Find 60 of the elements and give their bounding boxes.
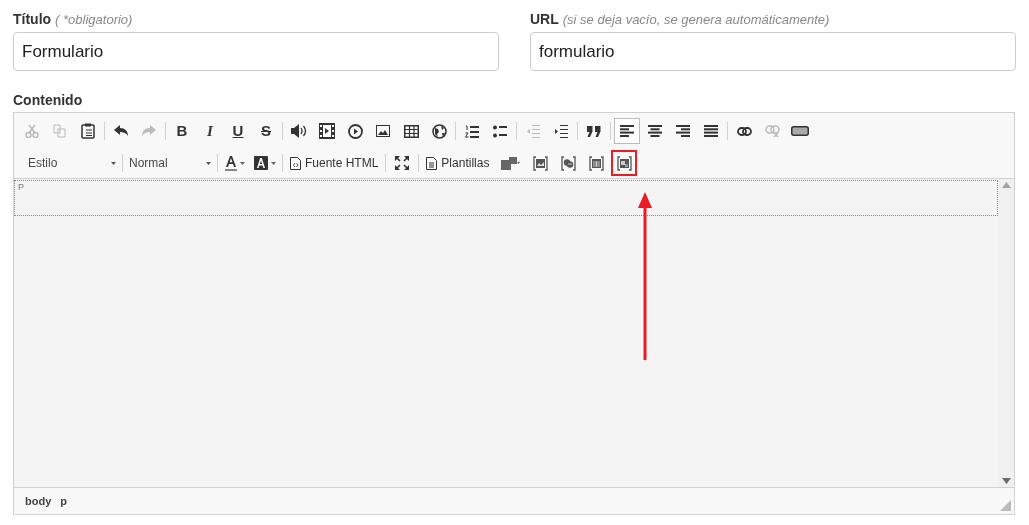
format-button[interactable]: U [225,118,251,144]
style-dropdown[interactable]: Normal [125,151,215,175]
numbered-list-icon [465,124,479,138]
bulleted-list-icon [493,124,507,138]
framed-masks-icon [560,155,576,171]
speaker-icon [291,124,307,138]
text-field[interactable]: formulario [530,32,1016,71]
highlight-color-icon [254,156,268,170]
framed-image-icon [532,155,548,171]
scrollbar[interactable] [998,179,1014,487]
globe-icon [431,123,447,139]
field-label: Contenido [13,91,84,109]
table-icon [403,124,419,138]
resize-handle-icon[interactable] [1000,500,1011,511]
format-button[interactable]: S [253,118,279,144]
quote-icon [587,125,601,137]
scissors-icon [25,124,39,138]
link-icon [736,126,752,136]
unlink-icon [764,124,780,138]
copy-icon [53,124,67,138]
outdent-icon [526,124,540,138]
field-label: Título [13,10,52,28]
image-icon [376,125,390,137]
block-tag: P [18,182,24,192]
undo-icon [114,125,128,137]
input-box-icon [791,126,809,136]
film-icon [319,123,335,139]
clipboard-icon [81,123,95,139]
align-right-icon [676,125,690,137]
scroll-down-icon[interactable] [1001,478,1011,484]
text-color-icon [225,155,237,171]
document-code-icon [290,156,301,170]
align-left-button[interactable] [614,118,640,144]
align-left-icon [620,125,634,137]
format-button[interactable]: B [169,118,195,144]
caret-icon [111,161,116,165]
framed-gallery-button[interactable] [611,150,638,176]
justify-icon [704,125,718,137]
maximize-icon [395,156,410,170]
field-hint: (si se deja vacío, se genera automáticamente) [562,11,830,29]
format-button[interactable]: I [197,118,223,144]
framed-gallery-icon [616,155,632,171]
caret-icon [206,161,211,165]
text-field[interactable]: Formulario [13,32,499,71]
caret-icon [240,161,245,165]
layout-blocks-icon [500,156,520,170]
caret-icon [271,161,276,165]
field-hint: ( *obligatorio) [55,11,133,29]
source-button[interactable]: Fuente HTML [286,150,383,176]
element-path-link[interactable]: p [60,492,67,510]
field-label: URL [530,10,559,28]
indent-icon [554,124,568,138]
element-path-link[interactable]: body [25,492,52,510]
style-dropdown[interactable]: Estilo [24,151,120,175]
templates-button[interactable]: Plantillas [422,150,494,176]
align-center-icon [648,125,662,137]
document-icon [426,156,438,170]
redo-icon [142,125,156,137]
play-circle-icon [347,123,363,139]
framed-card-icon [588,155,604,171]
